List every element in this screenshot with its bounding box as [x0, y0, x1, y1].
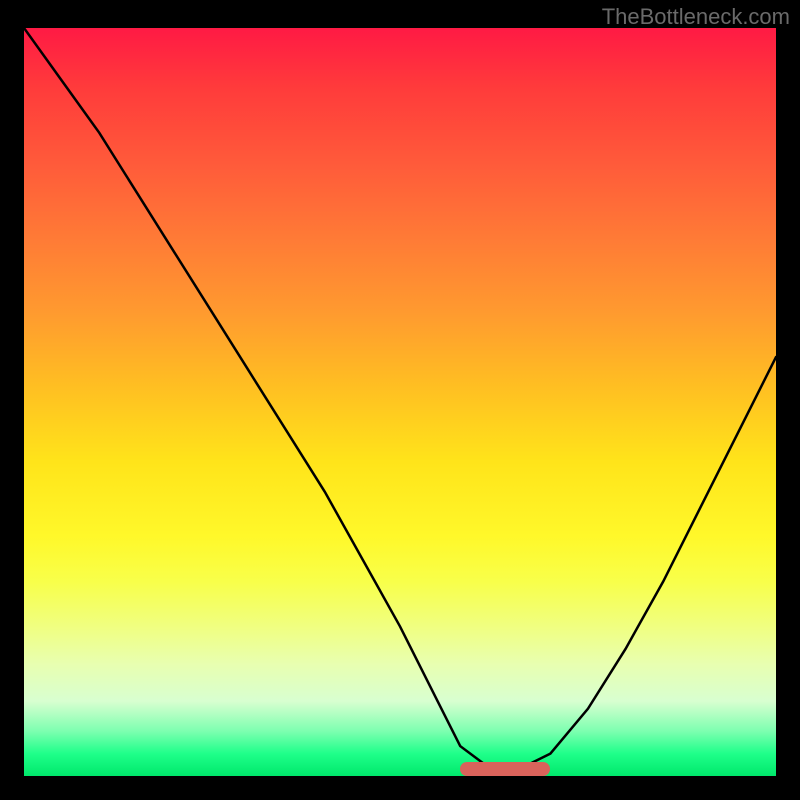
valley-marker	[460, 762, 550, 776]
watermark-text: TheBottleneck.com	[602, 4, 790, 30]
chart-plot-area	[24, 28, 776, 776]
bottleneck-curve	[24, 28, 776, 776]
